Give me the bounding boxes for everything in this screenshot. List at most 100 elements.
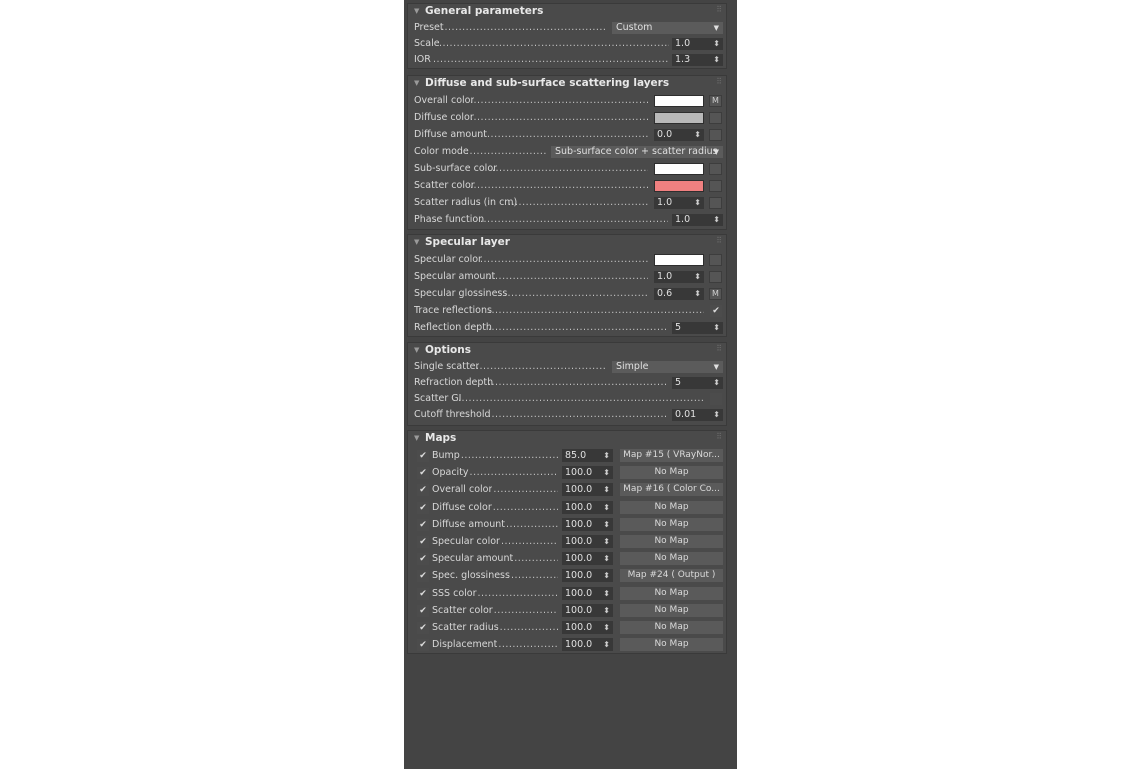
map-amount-spinner[interactable]: 100.0 ⬍	[562, 483, 613, 497]
collapse-arrow-icon[interactable]: ▼	[414, 79, 419, 87]
scatter-radius-map-button[interactable]	[709, 197, 722, 209]
scatter-color-map-button[interactable]	[709, 180, 722, 192]
rollout-header[interactable]: ▼ General parameters ⠿	[408, 4, 726, 20]
drag-grip-icon[interactable]: ⠿	[716, 344, 722, 353]
specular-amount-map-button[interactable]	[709, 271, 722, 283]
map-slot-button[interactable]: No Map	[620, 552, 723, 566]
diffuse-color-map-button[interactable]	[709, 112, 722, 124]
up-down-spinner-icon[interactable]: ⬍	[713, 377, 720, 389]
map-enable-checkbox[interactable]: ✔	[417, 450, 429, 462]
color-mode-dropdown[interactable]: Sub-surface color + scatter radius ▼	[551, 146, 723, 158]
map-slot-button[interactable]: Map #16 ( Color Co...	[620, 483, 723, 497]
up-down-spinner-icon[interactable]: ⬍	[713, 214, 720, 226]
map-enable-checkbox[interactable]: ✔	[417, 553, 429, 566]
scatter-radius-spinner[interactable]: 1.0 ⬍	[654, 197, 704, 209]
sss-color-swatch[interactable]	[654, 163, 704, 175]
specular-glossiness-map-button[interactable]: M	[709, 288, 722, 300]
map-enable-checkbox[interactable]: ✔	[417, 587, 429, 600]
single-scatter-dropdown[interactable]: Simple ▼	[612, 361, 723, 373]
specular-glossiness-spinner[interactable]: 0.6 ⬍	[654, 288, 704, 300]
diffuse-amount-spinner[interactable]: 0.0 ⬍	[654, 129, 704, 141]
ior-spinner[interactable]: 1.3 ⬍	[672, 54, 723, 66]
map-slot-button[interactable]: No Map	[620, 466, 723, 480]
rollout-header[interactable]: ▼ Diffuse and sub-surface scattering lay…	[408, 76, 726, 92]
up-down-spinner-icon[interactable]: ⬍	[713, 322, 720, 334]
trace-reflections-checkbox[interactable]: ✔	[710, 305, 722, 317]
map-enable-checkbox[interactable]: ✔	[417, 536, 429, 548]
map-enable-checkbox[interactable]: ✔	[417, 501, 429, 514]
drag-grip-icon[interactable]: ⠿	[716, 236, 722, 245]
up-down-spinner-icon[interactable]: ⬍	[603, 587, 610, 600]
up-down-spinner-icon[interactable]: ⬍	[603, 535, 610, 548]
up-down-spinner-icon[interactable]: ⬍	[694, 197, 701, 209]
scatter-gi-checkbox[interactable]	[710, 393, 722, 405]
up-down-spinner-icon[interactable]: ⬍	[603, 638, 610, 651]
up-down-spinner-icon[interactable]: ⬍	[694, 271, 701, 283]
refraction-depth-spinner[interactable]: 5 ⬍	[672, 377, 723, 389]
map-enable-checkbox[interactable]: ✔	[417, 604, 429, 617]
collapse-arrow-icon[interactable]: ▼	[414, 238, 419, 246]
map-amount-spinner[interactable]: 100.0 ⬍	[562, 500, 613, 514]
map-enable-checkbox[interactable]: ✔	[417, 570, 429, 583]
up-down-spinner-icon[interactable]: ⬍	[603, 483, 610, 496]
up-down-spinner-icon[interactable]: ⬍	[713, 54, 720, 66]
rollout-header[interactable]: ▼ Specular layer ⠿	[408, 235, 726, 251]
map-amount-spinner[interactable]: 100.0 ⬍	[562, 621, 613, 634]
map-amount-spinner[interactable]: 100.0 ⬍	[562, 603, 613, 617]
map-enable-checkbox[interactable]: ✔	[417, 639, 429, 652]
collapse-arrow-icon[interactable]: ▼	[414, 434, 419, 442]
drag-grip-icon[interactable]: ⠿	[716, 5, 722, 14]
map-amount-spinner[interactable]: 100.0 ⬍	[562, 569, 613, 583]
map-slot-button[interactable]: Map #15 ( VRayNor...	[620, 449, 723, 462]
map-enable-checkbox[interactable]: ✔	[417, 484, 429, 497]
up-down-spinner-icon[interactable]: ⬍	[603, 501, 610, 514]
map-slot-button[interactable]: No Map	[620, 638, 723, 652]
scatter-color-swatch[interactable]	[654, 180, 704, 192]
map-slot-button[interactable]: No Map	[620, 603, 723, 617]
up-down-spinner-icon[interactable]: ⬍	[694, 129, 701, 141]
map-amount-spinner[interactable]: 100.0 ⬍	[562, 552, 613, 566]
up-down-spinner-icon[interactable]: ⬍	[713, 38, 720, 50]
diffuse-color-swatch[interactable]	[654, 112, 704, 124]
map-amount-spinner[interactable]: 85.0 ⬍	[562, 449, 613, 462]
up-down-spinner-icon[interactable]: ⬍	[603, 604, 610, 617]
map-slot-button[interactable]: Map #24 ( Output )	[620, 569, 723, 583]
map-amount-spinner[interactable]: 100.0 ⬍	[562, 586, 613, 600]
map-amount-spinner[interactable]: 100.0 ⬍	[562, 535, 613, 548]
scale-spinner[interactable]: 1.0 ⬍	[672, 38, 723, 50]
specular-amount-spinner[interactable]: 1.0 ⬍	[654, 271, 704, 283]
map-slot-button[interactable]: No Map	[620, 500, 723, 514]
map-slot-button[interactable]: No Map	[620, 517, 723, 531]
rollout-header[interactable]: ▼ Options ⠿	[408, 343, 726, 359]
map-amount-spinner[interactable]: 100.0 ⬍	[562, 517, 613, 531]
map-amount-spinner[interactable]: 100.0 ⬍	[562, 466, 613, 480]
map-slot-button[interactable]: No Map	[620, 621, 723, 634]
collapse-arrow-icon[interactable]: ▼	[414, 7, 419, 15]
up-down-spinner-icon[interactable]: ⬍	[603, 569, 610, 582]
up-down-spinner-icon[interactable]: ⬍	[603, 518, 610, 531]
specular-color-swatch[interactable]	[654, 254, 704, 266]
up-down-spinner-icon[interactable]: ⬍	[713, 409, 720, 421]
map-enable-checkbox[interactable]: ✔	[417, 467, 429, 480]
up-down-spinner-icon[interactable]: ⬍	[603, 466, 610, 479]
specular-color-map-button[interactable]	[709, 254, 722, 266]
diffuse-amount-map-button[interactable]	[709, 129, 722, 141]
preset-dropdown[interactable]: Custom ▼	[612, 22, 723, 34]
up-down-spinner-icon[interactable]: ⬍	[603, 552, 610, 565]
drag-grip-icon[interactable]: ⠿	[716, 432, 722, 441]
rollout-header[interactable]: ▼ Maps ⠿	[408, 431, 726, 447]
map-amount-spinner[interactable]: 100.0 ⬍	[562, 638, 613, 652]
sss-color-map-button[interactable]	[709, 163, 722, 175]
map-enable-checkbox[interactable]: ✔	[417, 518, 429, 531]
overall-color-map-button[interactable]: M	[709, 95, 722, 107]
reflection-depth-spinner[interactable]: 5 ⬍	[672, 322, 723, 334]
phase-function-spinner[interactable]: 1.0 ⬍	[672, 214, 723, 226]
drag-grip-icon[interactable]: ⠿	[716, 77, 722, 86]
map-slot-button[interactable]: No Map	[620, 535, 723, 548]
up-down-spinner-icon[interactable]: ⬍	[694, 288, 701, 300]
map-enable-checkbox[interactable]: ✔	[417, 622, 429, 634]
map-slot-button[interactable]: No Map	[620, 586, 723, 600]
up-down-spinner-icon[interactable]: ⬍	[603, 449, 610, 462]
collapse-arrow-icon[interactable]: ▼	[414, 346, 419, 354]
overall-color-swatch[interactable]	[654, 95, 704, 107]
